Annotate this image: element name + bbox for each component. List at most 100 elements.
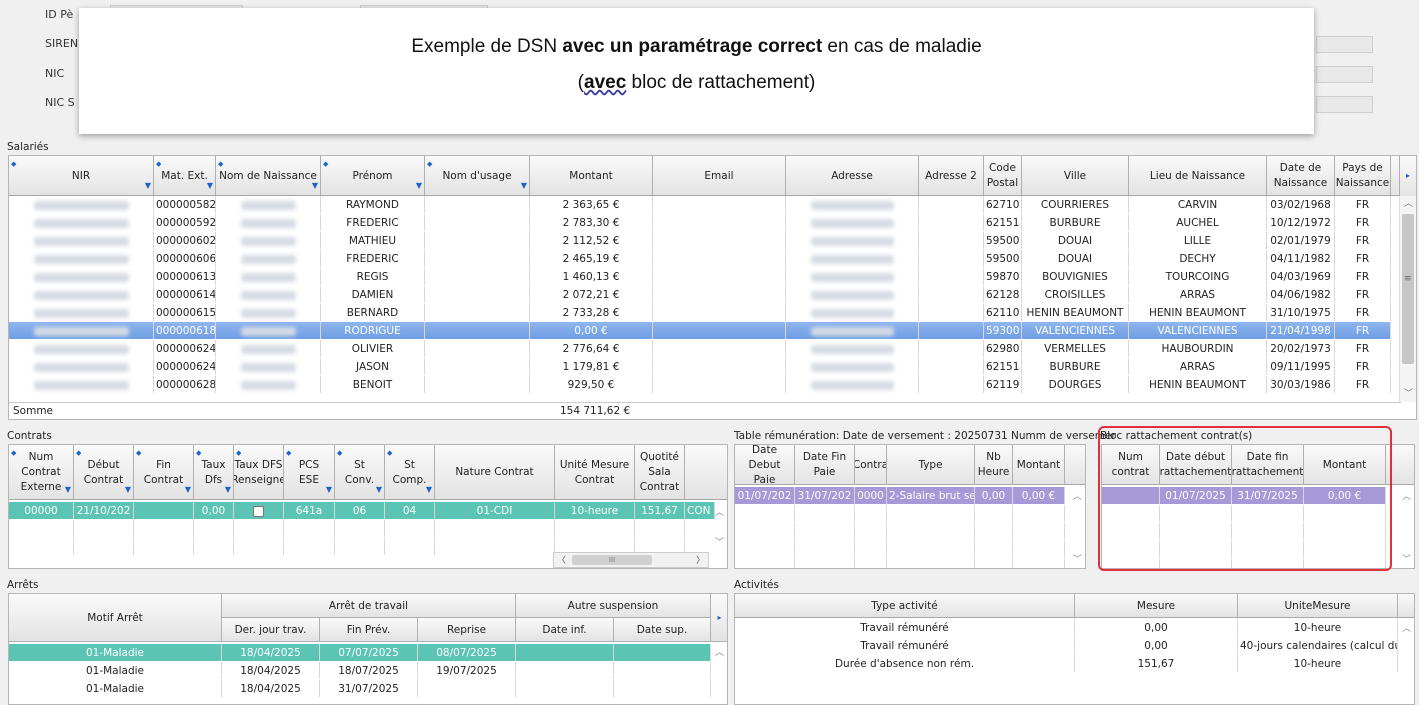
scroll-down-icon[interactable]: ﹀ bbox=[1073, 552, 1082, 565]
column-header[interactable]: Taux DFS Renseigne ◆ bbox=[234, 445, 284, 500]
column-header[interactable]: Der. jour trav. bbox=[222, 618, 320, 642]
filter-icon[interactable]: ▼ bbox=[225, 482, 231, 497]
column-header[interactable]: Num Contrat Externe ◆ ▼ bbox=[9, 445, 74, 500]
sort-icon[interactable]: ◆ bbox=[11, 157, 16, 172]
table-row[interactable]: 01/07/202 31/07/202 0000 2-Salaire brut se 0… bbox=[735, 487, 1065, 505]
table-row[interactable]: 000000628 BENOIT 929,50 € 62119 DOURGES HENIN… bbox=[9, 376, 1391, 394]
scroll-up-icon[interactable]: ︿ bbox=[715, 645, 724, 658]
motif-arret-header[interactable]: Motif Arrêt bbox=[9, 594, 222, 642]
sort-icon[interactable]: ◆ bbox=[196, 446, 201, 461]
column-header[interactable]: Adresse 2 bbox=[919, 156, 984, 196]
filter-icon[interactable]: ▼ bbox=[185, 482, 191, 497]
column-header[interactable]: Ville bbox=[1022, 156, 1129, 196]
table-row[interactable]: Travail rémunéré 0,00 10-heure bbox=[735, 619, 1398, 637]
filter-icon[interactable]: ▼ bbox=[416, 178, 422, 193]
contrats-hscrollbar[interactable]: 〈 III 〉 bbox=[553, 552, 709, 568]
taux-dfs-checkbox[interactable] bbox=[253, 505, 264, 517]
column-chooser-icon[interactable]: ▸ bbox=[1399, 156, 1416, 196]
filter-icon[interactable]: ▼ bbox=[426, 482, 432, 497]
table-row[interactable]: 000000606 FREDERIC 2 465,19 € 59500 DOUAI DEC… bbox=[9, 250, 1391, 268]
column-header[interactable]: UniteMesure bbox=[1238, 594, 1398, 618]
scroll-up-icon[interactable]: ︿ bbox=[1073, 489, 1082, 502]
table-row[interactable]: 000000592 FREDERIC 2 783,30 € 62151 BURBURE A… bbox=[9, 214, 1391, 232]
sort-icon[interactable]: ◆ bbox=[76, 446, 81, 461]
table-row[interactable]: 000000613 REGIS 1 460,13 € 59870 BOUVIGNIES T… bbox=[9, 268, 1391, 286]
column-header[interactable]: Début Contrat ◆ ▼ bbox=[74, 445, 134, 500]
column-header[interactable]: Date Fin Paie bbox=[795, 445, 855, 485]
column-header[interactable]: Adresse bbox=[786, 156, 919, 196]
column-header[interactable]: Nom d'usage ◆ ▼ bbox=[425, 156, 530, 196]
table-row[interactable]: 000000582 RAYMOND 2 363,65 € 62710 COURRIERE… bbox=[9, 196, 1391, 214]
filter-icon[interactable]: ▼ bbox=[376, 482, 382, 497]
column-header[interactable]: Lieu de Naissance bbox=[1129, 156, 1267, 196]
scroll-up-icon[interactable]: ︿ bbox=[1400, 196, 1416, 212]
column-header[interactable]: Code Postal bbox=[984, 156, 1022, 196]
scroll-down-icon[interactable]: ﹀ bbox=[715, 535, 724, 548]
sort-icon[interactable]: ◆ bbox=[236, 446, 241, 461]
column-header[interactable]: Mat. Ext. ◆ ▼ bbox=[154, 156, 216, 196]
column-header[interactable]: Fin Prév. bbox=[320, 618, 418, 642]
column-header[interactable]: Montant bbox=[530, 156, 653, 196]
column-header[interactable]: Contra bbox=[855, 445, 887, 485]
scroll-up-icon[interactable]: ︿ bbox=[1402, 621, 1411, 634]
table-row[interactable]: 01-Maladie 18/04/2025 18/07/2025 19/07/2025 bbox=[9, 662, 711, 680]
scroll-thumb[interactable] bbox=[1402, 214, 1414, 364]
table-row[interactable]: 000000602 MATHIEU 2 112,52 € 59500 DOUAI LILL… bbox=[9, 232, 1391, 250]
sort-icon[interactable]: ◆ bbox=[323, 157, 328, 172]
column-header[interactable]: Date Debut Paie bbox=[735, 445, 795, 485]
right-field-3[interactable] bbox=[1316, 96, 1373, 113]
column-header[interactable]: Date sup. bbox=[614, 618, 711, 642]
column-header[interactable]: Nature Contrat bbox=[435, 445, 555, 500]
table-row[interactable]: 000000614 DAMIEN 2 072,21 € 62128 CROISILLES… bbox=[9, 286, 1391, 304]
salaries-vscrollbar[interactable]: ︿ ≡ ﹀ bbox=[1399, 196, 1416, 402]
table-row[interactable]: 000000618 RODRIGUE 0,00 €59300 VALENCIENNES… bbox=[9, 322, 1391, 340]
scroll-up-icon[interactable]: ︿ bbox=[1402, 489, 1411, 502]
column-header[interactable]: St Comp. ◆ ▼ bbox=[385, 445, 435, 500]
sort-icon[interactable]: ◆ bbox=[427, 157, 432, 172]
sort-icon[interactable]: ◆ bbox=[337, 446, 342, 461]
scroll-up-icon[interactable]: ︿ bbox=[715, 505, 724, 518]
table-row[interactable]: 000000615 BERNARD 2 733,28 €62110 HENIN BEA… bbox=[9, 304, 1391, 322]
filter-icon[interactable]: ▼ bbox=[521, 178, 527, 193]
table-row[interactable]: 000000624 JASON 1 179,81 € 62151 BURBURE ARRA… bbox=[9, 358, 1391, 376]
column-header[interactable]: Reprise bbox=[418, 618, 516, 642]
table-row[interactable]: 01-Maladie 18/04/2025 31/07/2025 bbox=[9, 680, 711, 698]
column-chooser-icon[interactable]: ▸ bbox=[711, 594, 727, 642]
scroll-left-icon[interactable]: 〈 bbox=[557, 553, 566, 566]
column-header[interactable]: Quotité Sala Contrat bbox=[635, 445, 685, 500]
column-header[interactable]: Mesure bbox=[1075, 594, 1238, 618]
filter-icon[interactable]: ▼ bbox=[207, 178, 213, 193]
table-row[interactable]: Travail rémunéré 0,00 40-jours calendaires… bbox=[735, 637, 1398, 655]
scroll-down-icon[interactable]: ﹀ bbox=[1402, 552, 1411, 565]
table-row[interactable]: 01-Maladie 18/04/2025 07/07/2025 08/07/2025 bbox=[9, 644, 711, 662]
hscroll-thumb[interactable]: III bbox=[572, 555, 652, 565]
column-header[interactable]: Prénom ◆ ▼ bbox=[321, 156, 425, 196]
scroll-right-icon[interactable]: 〉 bbox=[696, 553, 705, 566]
column-header[interactable]: Nom de Naissance ◆ ▼ bbox=[216, 156, 321, 196]
contrats-grid[interactable]: Num Contrat Externe ◆ ▼ Début Contrat ◆ ▼ Fin … bbox=[8, 444, 728, 569]
salaries-grid[interactable]: NIR ◆ ▼ Mat. Ext. ◆ ▼ Nom de Naissance ◆ ▼ Prénom… bbox=[8, 155, 1417, 420]
table-row[interactable]: 000000624 OLIVIER 2 776,64 € 62980 VERMELLES… bbox=[9, 340, 1391, 358]
table-row[interactable]: Durée d'absence non rém. 151,67 10-heure bbox=[735, 655, 1398, 673]
column-header[interactable]: Type bbox=[887, 445, 975, 485]
column-header[interactable]: NIR ◆ ▼ bbox=[9, 156, 154, 196]
column-header[interactable]: St Conv. ◆ ▼ bbox=[335, 445, 385, 500]
sort-icon[interactable]: ◆ bbox=[11, 446, 16, 461]
table-row[interactable]: 00000 21/10/202 0,00 641a 06 04 01-CDI 10-heure… bbox=[9, 502, 715, 520]
scroll-down-icon[interactable]: ﹀ bbox=[1400, 386, 1416, 402]
remuneration-grid[interactable]: Date Debut Paie Date Fin Paie Contra Type Nb… bbox=[734, 444, 1086, 569]
column-header[interactable]: Email bbox=[653, 156, 786, 196]
filter-icon[interactable]: ▼ bbox=[145, 178, 151, 193]
filter-icon[interactable]: ▼ bbox=[312, 178, 318, 193]
sort-icon[interactable]: ◆ bbox=[136, 446, 141, 461]
column-header[interactable]: PCS ESE ◆ ▼ bbox=[284, 445, 335, 500]
column-header[interactable]: Fin Contrat ◆ ▼ bbox=[134, 445, 194, 500]
sort-icon[interactable]: ◆ bbox=[218, 157, 223, 172]
column-header[interactable]: Date inf. bbox=[516, 618, 614, 642]
sort-icon[interactable]: ◆ bbox=[286, 446, 291, 461]
column-header[interactable]: Date de Naissance bbox=[1267, 156, 1335, 196]
filter-icon[interactable]: ▼ bbox=[65, 482, 71, 497]
column-header[interactable]: Pays de Naissance bbox=[1335, 156, 1391, 196]
sort-icon[interactable]: ◆ bbox=[387, 446, 392, 461]
filter-icon[interactable]: ▼ bbox=[125, 482, 131, 497]
